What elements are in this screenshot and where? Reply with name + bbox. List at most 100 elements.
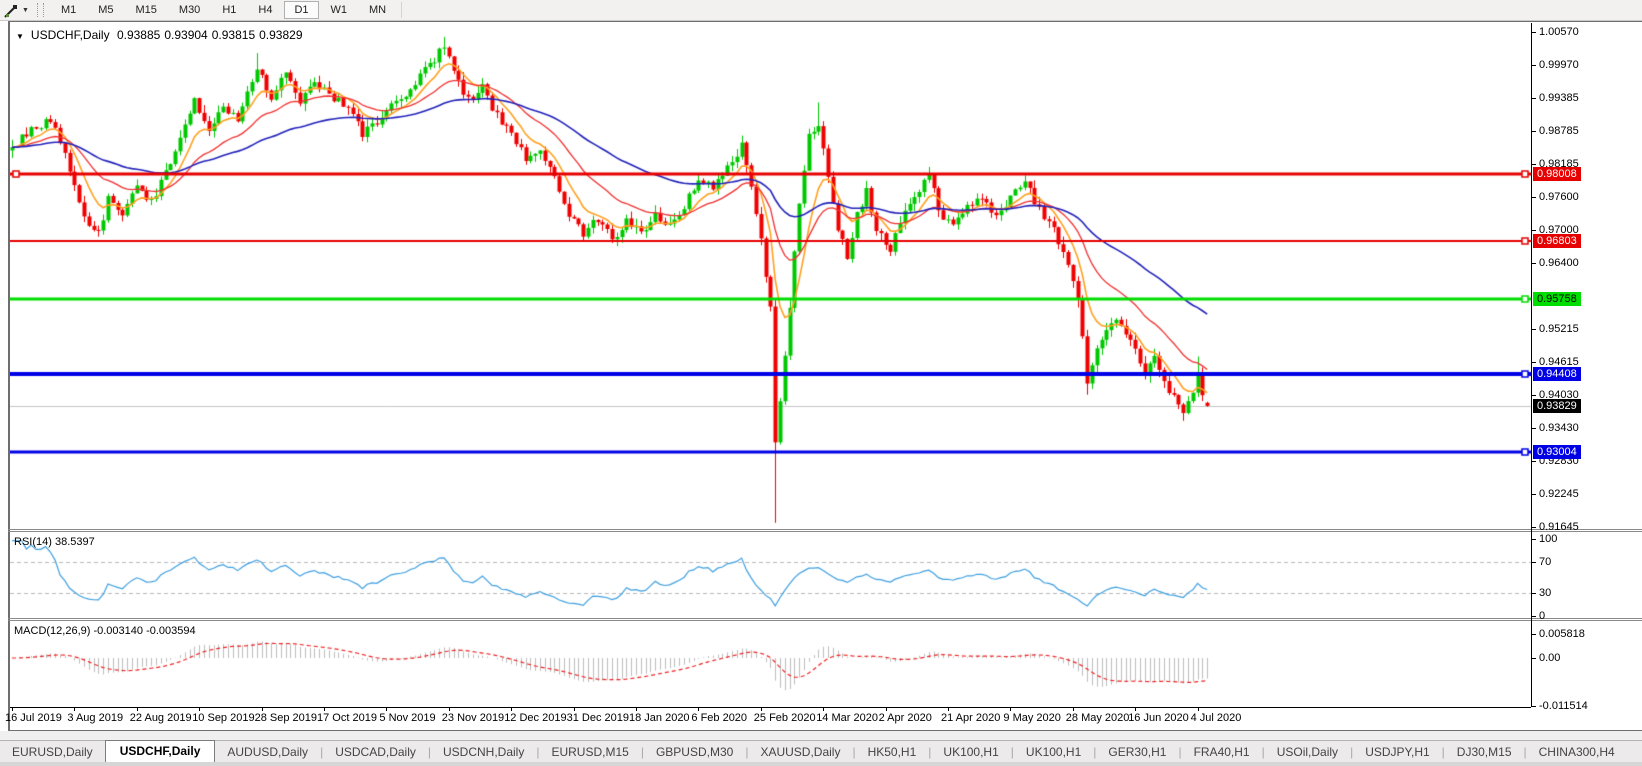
chart-tab-UK100-H1[interactable]: UK100,H1: [1014, 742, 1093, 763]
date-tick-mark: [511, 707, 512, 711]
price-tick-mark: [1532, 329, 1536, 330]
timeframe-toolbar: ▼ M1M5M15M30H1H4D1W1MN: [0, 0, 1642, 21]
macd-indicator-pane[interactable]: [10, 621, 1531, 706]
crosshair-tool-icon[interactable]: [4, 3, 19, 18]
rsi-tick-mark: [1532, 539, 1536, 540]
date-tick-mark: [1010, 707, 1011, 711]
price-tick-label: 0.99385: [1539, 92, 1579, 104]
chart-tab-EURUSD-Daily[interactable]: EURUSD,Daily: [0, 742, 105, 763]
timeframe-buttons: M1M5M15M30H1H4D1W1MN: [50, 1, 397, 19]
price-tick-mark: [1532, 527, 1536, 528]
toolbar-grip[interactable]: [37, 3, 44, 17]
chart-frame-top: [8, 21, 1642, 22]
hline-price-label: 0.95758: [1533, 292, 1581, 306]
bid-price-label: 0.93829: [1533, 399, 1581, 413]
date-tick-mark: [449, 707, 450, 711]
price-tick-mark: [1532, 197, 1536, 198]
rsi-tick-label: 0: [1539, 610, 1545, 622]
price-tick-mark: [1532, 230, 1536, 231]
date-tick-mark: [324, 707, 325, 711]
macd-label: MACD(12,26,9) -0.003140 -0.003594: [14, 625, 196, 637]
price-tick-mark: [1532, 395, 1536, 396]
date-label: 12 Dec 2019: [504, 712, 566, 724]
date-label: 9 May 2020: [1003, 712, 1060, 724]
date-label: 28 Sep 2019: [255, 712, 317, 724]
chart-tab-USDCNH-Daily[interactable]: USDCNH,Daily: [431, 742, 536, 763]
date-tick-mark: [761, 707, 762, 711]
timeframe-button-MN[interactable]: MN: [359, 1, 396, 19]
pane-splitter[interactable]: [8, 529, 1642, 530]
rsi-tick-label: 70: [1539, 556, 1551, 568]
hline-price-label: 0.94408: [1533, 367, 1581, 381]
collapse-triangle-icon[interactable]: ▼: [16, 32, 24, 41]
timeframe-button-H4[interactable]: H4: [248, 1, 282, 19]
date-label: 17 Oct 2019: [317, 712, 377, 724]
chart-symbol-title: USDCHF,Daily: [31, 28, 110, 42]
date-label: 25 Feb 2020: [754, 712, 816, 724]
date-label: 23 Nov 2019: [442, 712, 504, 724]
chart-tab-EURUSD-M15[interactable]: EURUSD,M15: [539, 742, 640, 763]
price-tick-label: 0.99970: [1539, 59, 1579, 71]
date-tick-mark: [262, 707, 263, 711]
price-tick-label: 0.92245: [1539, 488, 1579, 500]
date-tick-mark: [698, 707, 699, 711]
chart-tab-USDJPY-H1[interactable]: USDJPY,H1: [1353, 742, 1441, 763]
chart-tab-FRA40-H1[interactable]: FRA40,H1: [1182, 742, 1262, 763]
date-label: 3 Aug 2019: [67, 712, 123, 724]
price-tick-mark: [1532, 65, 1536, 66]
chart-tab-DJ30-M15[interactable]: DJ30,M15: [1445, 742, 1524, 763]
date-label: 16 Jun 2020: [1128, 712, 1189, 724]
date-label: 18 Jan 2020: [629, 712, 690, 724]
timeframe-button-M5[interactable]: M5: [88, 1, 123, 19]
date-tick-mark: [199, 707, 200, 711]
rsi-indicator-pane[interactable]: [10, 532, 1531, 617]
rsi-label: RSI(14) 38.5397: [14, 536, 95, 548]
date-tick-mark: [386, 707, 387, 711]
timeframe-button-W1[interactable]: W1: [321, 1, 358, 19]
main-price-chart[interactable]: [10, 23, 1531, 529]
macd-tick-label: 0.00: [1539, 652, 1560, 664]
date-label: 22 Aug 2019: [130, 712, 192, 724]
price-tick-label: 0.98785: [1539, 125, 1579, 137]
price-tick-label: 0.97600: [1539, 191, 1579, 203]
timeframe-button-H1[interactable]: H1: [212, 1, 246, 19]
date-tick-mark: [12, 707, 13, 711]
date-tick-mark: [137, 707, 138, 711]
date-label: 10 Sep 2019: [192, 712, 254, 724]
chart-tab-USDCHF-Daily[interactable]: USDCHF,Daily: [105, 740, 216, 763]
price-tick-label: 1.00570: [1539, 26, 1579, 38]
timeframe-button-D1[interactable]: D1: [284, 1, 318, 19]
date-label: 28 May 2020: [1066, 712, 1130, 724]
chart-title-bar: ▼USDCHF,Daily 0.938850.939040.938150.938…: [16, 28, 307, 42]
price-tick-mark: [1532, 98, 1536, 99]
chart-tab-AUDUSD-Daily[interactable]: AUDUSD,Daily: [215, 742, 320, 763]
timeframe-button-M1[interactable]: M1: [51, 1, 86, 19]
chart-tab-bar: EURUSD,DailyUSDCHF,DailyAUDUSD,Daily|USD…: [0, 740, 1642, 763]
chart-tab-GER30-H1[interactable]: GER30,H1: [1096, 742, 1178, 763]
hline-price-label: 0.93004: [1533, 445, 1581, 459]
rsi-tick-mark: [1532, 562, 1536, 563]
timeframe-button-M15[interactable]: M15: [126, 1, 167, 19]
date-tick-mark: [574, 707, 575, 711]
mt4-window: ▼ M1M5M15M30H1H4D1W1MN ▼ USDCHF,Daily 0.9…: [0, 0, 1642, 766]
chart-tab-GBPUSD-M30[interactable]: GBPUSD,M30: [644, 742, 745, 763]
hline-price-label: 0.96803: [1533, 234, 1581, 248]
chart-tab-USOil-Daily[interactable]: USOil,Daily: [1265, 742, 1350, 763]
rsi-tick-label: 30: [1539, 587, 1551, 599]
macd-tick-mark: [1532, 658, 1536, 659]
chart-tab-USDCAD-Daily[interactable]: USDCAD,Daily: [323, 742, 428, 763]
date-label: 2 Apr 2020: [879, 712, 932, 724]
rsi-tick-mark: [1532, 593, 1536, 594]
chart-tab-HK50-H1[interactable]: HK50,H1: [856, 742, 929, 763]
tool-dropdown-icon[interactable]: ▼: [22, 7, 29, 14]
chart-tab-XAUUSD-Daily[interactable]: XAUUSD,Daily: [748, 742, 852, 763]
pane-splitter[interactable]: [8, 618, 1642, 619]
chart-tab-CHINA300-H4[interactable]: CHINA300,H4: [1527, 742, 1627, 763]
ohlc-open: 0.93885: [117, 28, 160, 42]
chart-tab-UK100-H1[interactable]: UK100,H1: [931, 742, 1010, 763]
macd-tick-mark: [1532, 706, 1536, 707]
timeframe-button-M30[interactable]: M30: [169, 1, 210, 19]
date-label: 31 Dec 2019: [567, 712, 629, 724]
price-tick-mark: [1532, 461, 1536, 462]
time-axis-line: [10, 707, 1531, 708]
